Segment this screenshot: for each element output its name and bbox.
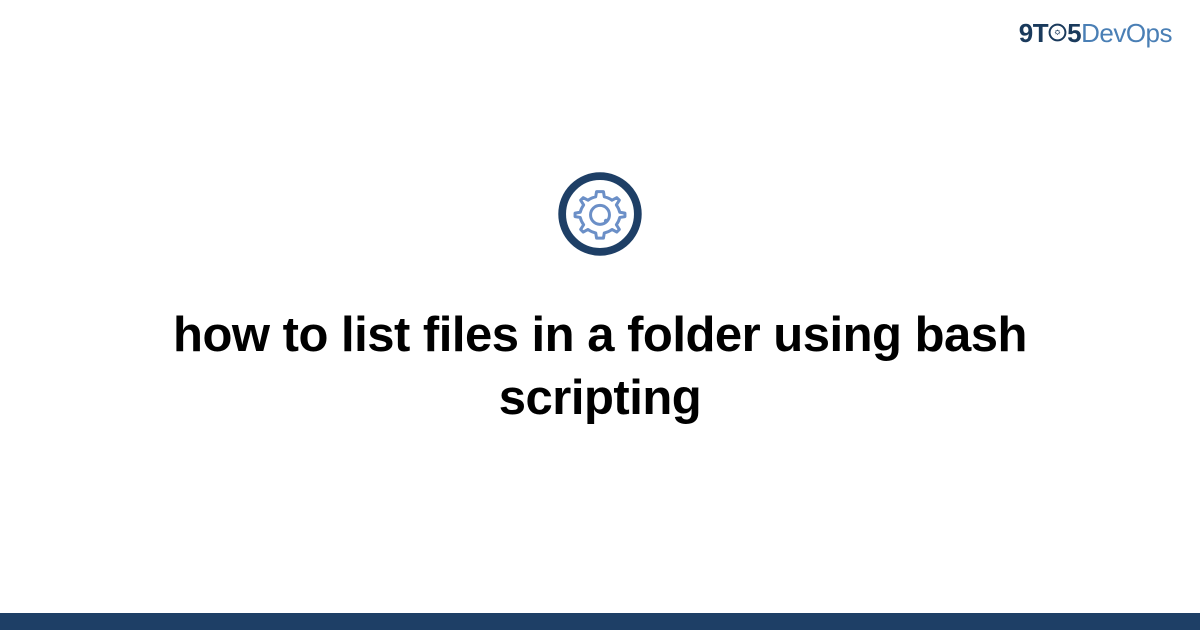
gear-circle-icon [557, 171, 643, 262]
bottom-accent-bar [0, 613, 1200, 630]
main-content: how to list files in a folder using bash… [0, 0, 1200, 630]
page-title: how to list files in a folder using bash… [120, 304, 1080, 429]
